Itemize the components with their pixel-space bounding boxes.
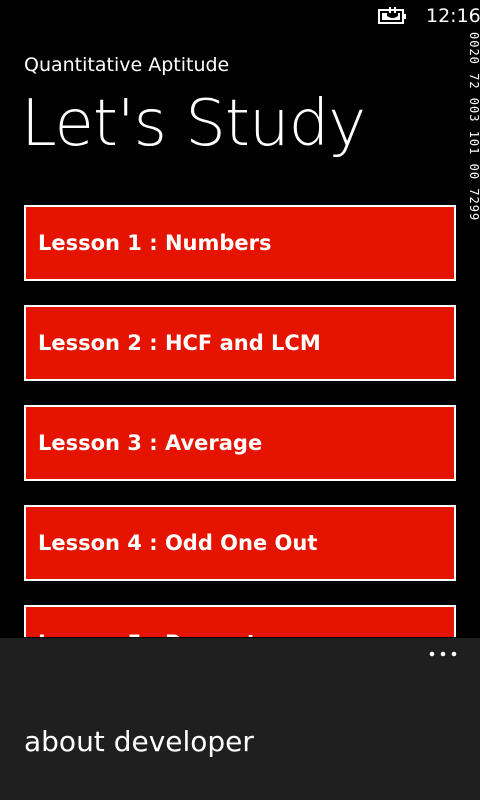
lesson-item-5[interactable]: Lesson 5 : Percentage: [24, 605, 456, 637]
lesson-label: Lesson 2 : HCF and LCM: [38, 331, 321, 355]
frame-rate-counter: 000 000 0020 72 003 101 00 7299: [467, 32, 480, 372]
lesson-item-3[interactable]: Lesson 3 : Average: [24, 405, 456, 481]
about-developer-menu-item[interactable]: about developer: [24, 722, 254, 762]
app-title: Quantitative Aptitude: [24, 54, 230, 76]
application-bar: about developer: [0, 638, 480, 800]
status-bar: 12:16: [0, 0, 480, 32]
lesson-label: Lesson 1 : Numbers: [38, 231, 272, 255]
lesson-list[interactable]: Lesson 1 : Numbers Lesson 2 : HCF and LC…: [24, 205, 456, 637]
page-title: Let's Study: [21, 87, 366, 161]
lesson-label: Lesson 4 : Odd One Out: [38, 531, 318, 555]
lesson-item-4[interactable]: Lesson 4 : Odd One Out: [24, 505, 456, 581]
battery-charging-icon: [378, 7, 406, 24]
lesson-label: Lesson 5 : Percentage: [38, 607, 300, 637]
lesson-item-2[interactable]: Lesson 2 : HCF and LCM: [24, 305, 456, 381]
frame-rate-values: 0020 72 003 101 00 7299: [467, 32, 480, 222]
lesson-label: Lesson 3 : Average: [38, 431, 263, 455]
lesson-item-1[interactable]: Lesson 1 : Numbers: [24, 205, 456, 281]
ellipsis-icon[interactable]: [428, 648, 458, 660]
status-clock: 12:16: [426, 5, 480, 27]
